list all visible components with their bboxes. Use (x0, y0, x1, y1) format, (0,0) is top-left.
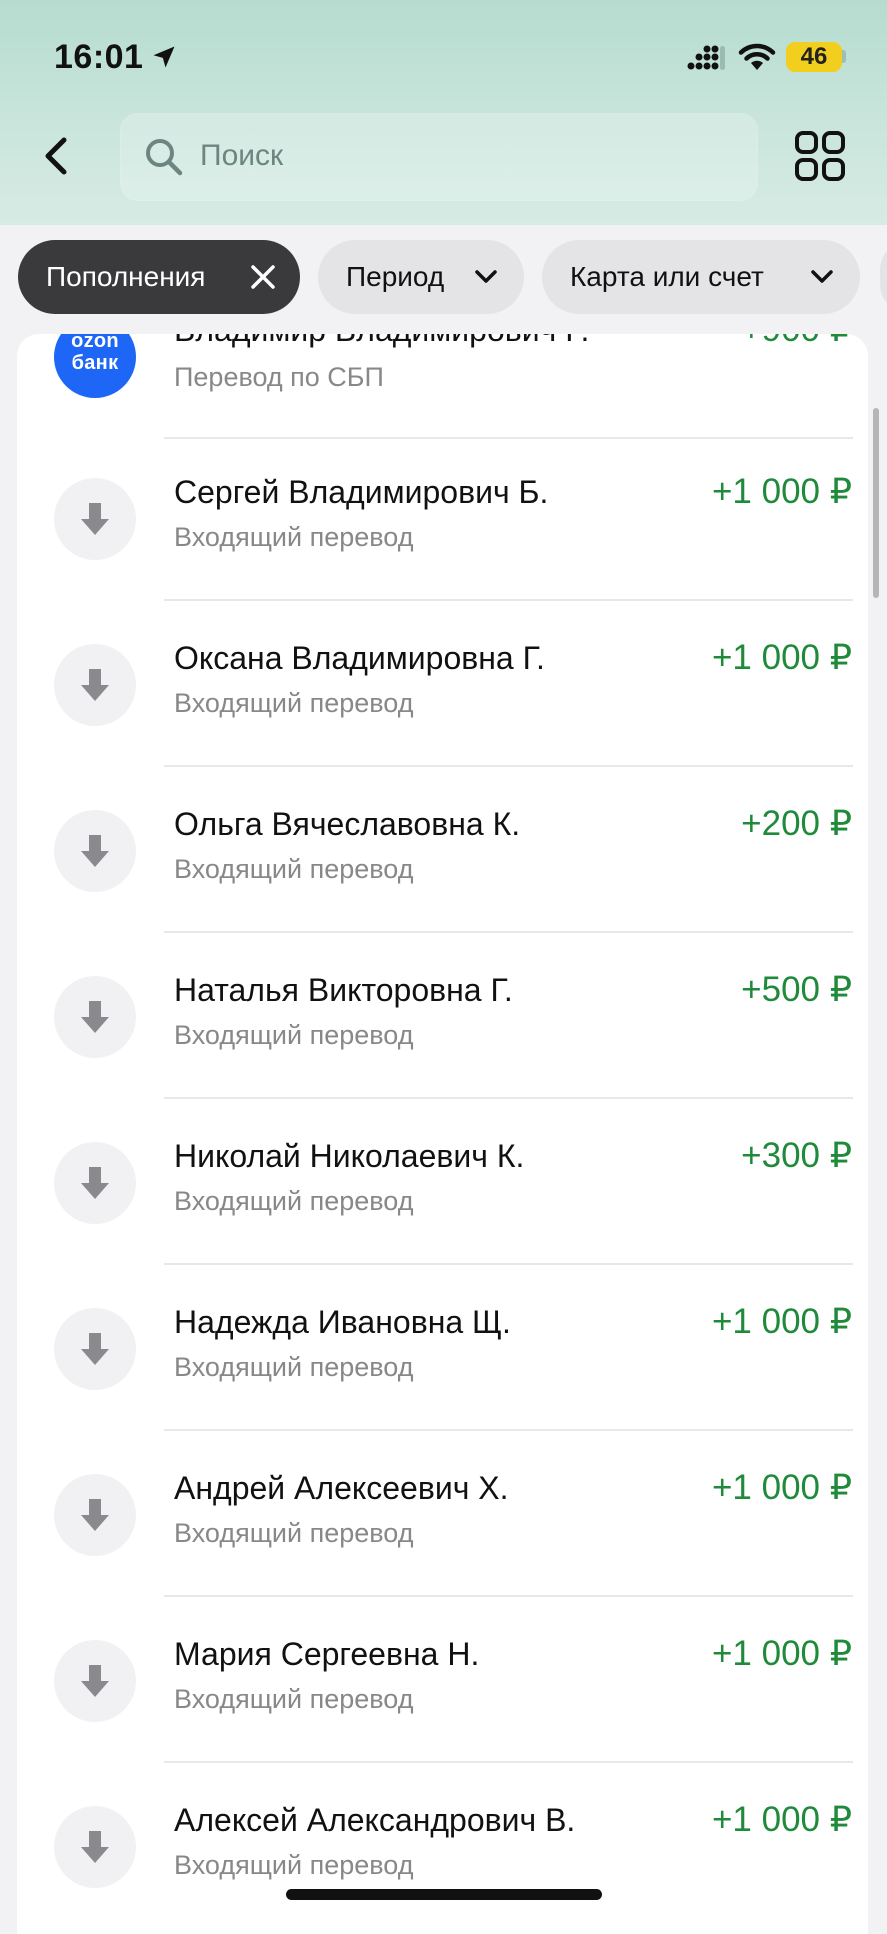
incoming-transfer-avatar (54, 1640, 136, 1722)
divider (164, 765, 853, 767)
transaction-subtitle: Входящий перевод (174, 1684, 414, 1714)
transaction-name: Владимир Владимирович Р. (174, 334, 589, 349)
incoming-transfer-avatar (54, 644, 136, 726)
arrow-down-icon (81, 503, 109, 535)
close-icon[interactable] (250, 264, 276, 290)
arrow-down-icon (81, 1831, 109, 1863)
back-chevron-icon[interactable] (36, 128, 76, 184)
transaction-subtitle: Перевод по СБП (174, 362, 384, 392)
arrow-down-icon (81, 1167, 109, 1199)
transaction-name: Николай Николаевич К. (174, 1138, 525, 1174)
arrow-down-icon (81, 669, 109, 701)
transaction-row[interactable]: ozon банк Владимир Владимирович Р. Перев… (17, 334, 868, 444)
transaction-subtitle: Входящий перевод (174, 1186, 414, 1216)
transaction-row[interactable]: Оксана Владимировна Г. Входящий перевод … (17, 606, 868, 772)
transaction-name: Алексей Александрович В. (174, 1802, 576, 1838)
transaction-row[interactable]: Андрей Алексеевич Х. Входящий перевод +1… (17, 1436, 868, 1602)
transaction-name: Наталья Викторовна Г. (174, 972, 513, 1008)
filter-chip-topups[interactable]: Пополнения (18, 240, 300, 314)
arrow-down-icon (81, 1001, 109, 1033)
transaction-amount: +1 000 ₽ (711, 1800, 852, 1839)
arrow-down-icon (81, 1499, 109, 1531)
divider (164, 437, 853, 439)
transaction-row[interactable]: Наталья Викторовна Г. Входящий перевод +… (17, 938, 868, 1104)
transaction-row[interactable]: Алексей Александрович В. Входящий перево… (17, 1768, 868, 1934)
divider (164, 1263, 853, 1265)
home-indicator[interactable] (286, 1889, 602, 1900)
transaction-subtitle: Входящий перевод (174, 854, 414, 884)
incoming-transfer-avatar (54, 976, 136, 1058)
transaction-amount: +1 000 ₽ (711, 1302, 852, 1341)
transaction-row[interactable]: Ольга Вячеславовна К. Входящий перевод +… (17, 772, 868, 938)
wifi-icon (738, 43, 776, 70)
filter-chips: Пополнения Период Карта или счет (0, 240, 887, 316)
transaction-subtitle: Входящий перевод (174, 522, 414, 552)
arrow-down-icon (81, 835, 109, 867)
transactions-list: ozon банк Владимир Владимирович Р. Перев… (17, 334, 868, 1934)
transaction-row[interactable]: Надежда Ивановна Щ. Входящий перевод +1 … (17, 1270, 868, 1436)
transaction-amount: +1 000 ₽ (711, 638, 852, 677)
chevron-down-icon (475, 270, 497, 283)
header-background: 16:01 46 Поиск (0, 0, 887, 225)
divider (164, 599, 853, 601)
battery-tip (842, 50, 846, 63)
transaction-subtitle: Входящий перевод (174, 1020, 414, 1050)
transaction-name: Сергей Владимирович Б. (174, 474, 549, 510)
filter-chip-period[interactable]: Период (318, 240, 524, 314)
divider (164, 931, 853, 933)
incoming-transfer-avatar (54, 1308, 136, 1390)
search-placeholder: Поиск (200, 139, 284, 172)
status-time: 16:01 (54, 38, 144, 76)
transaction-row[interactable]: Мария Сергеевна Н. Входящий перевод +1 0… (17, 1602, 868, 1768)
battery-indicator: 46 (786, 42, 842, 72)
filter-chip-label: Пополнения (46, 261, 206, 292)
transaction-row[interactable]: Сергей Владимирович Б. Входящий перевод … (17, 440, 868, 606)
divider (164, 1595, 853, 1597)
transaction-amount: +300 ₽ (741, 1136, 852, 1175)
transaction-subtitle: Входящий перевод (174, 1352, 414, 1382)
transaction-amount: +200 ₽ (741, 804, 852, 843)
search-input[interactable]: Поиск (120, 113, 758, 201)
incoming-transfer-avatar (54, 1474, 136, 1556)
filter-chip-more[interactable] (880, 240, 887, 314)
transaction-name: Надежда Ивановна Щ. (174, 1304, 511, 1340)
transaction-amount: +900 ₽ (741, 334, 852, 350)
chevron-down-icon (811, 270, 833, 283)
filter-chip-label: Карта или счет (570, 261, 764, 292)
ozon-bank-logo-text: ozon банк (71, 334, 119, 374)
incoming-transfer-avatar (54, 1806, 136, 1888)
transaction-name: Андрей Алексеевич Х. (174, 1470, 509, 1506)
search-icon (146, 139, 183, 176)
transaction-row[interactable]: Николай Николаевич К. Входящий перевод +… (17, 1104, 868, 1270)
cellular-signal-icon (687, 45, 725, 70)
transaction-amount: +1 000 ₽ (711, 1634, 852, 1673)
transaction-subtitle: Входящий перевод (174, 1850, 414, 1880)
scrollbar[interactable] (873, 408, 879, 598)
divider (164, 1761, 853, 1763)
transaction-subtitle: Входящий перевод (174, 688, 414, 718)
transaction-subtitle: Входящий перевод (174, 1518, 414, 1548)
ozon-bank-logo: ozon банк (54, 334, 136, 398)
arrow-down-icon (81, 1333, 109, 1365)
transaction-name: Оксана Владимировна Г. (174, 640, 545, 676)
battery-level: 46 (800, 43, 828, 70)
transaction-amount: +1 000 ₽ (711, 1468, 852, 1507)
divider (164, 1097, 853, 1099)
incoming-transfer-avatar (54, 478, 136, 560)
transaction-amount: +1 000 ₽ (711, 472, 852, 511)
divider (164, 1429, 853, 1431)
filter-chip-label: Период (346, 261, 445, 292)
incoming-transfer-avatar (54, 810, 136, 892)
incoming-transfer-avatar (54, 1142, 136, 1224)
status-bar: 16:01 46 (0, 0, 887, 110)
filter-chip-card-or-account[interactable]: Карта или счет (542, 240, 860, 314)
location-arrow-icon (153, 46, 175, 68)
transaction-name: Мария Сергеевна Н. (174, 1636, 480, 1672)
arrow-down-icon (81, 1665, 109, 1697)
transaction-name: Ольга Вячеславовна К. (174, 806, 521, 842)
transaction-amount: +500 ₽ (741, 970, 852, 1009)
grid-menu-icon[interactable] (794, 130, 846, 182)
